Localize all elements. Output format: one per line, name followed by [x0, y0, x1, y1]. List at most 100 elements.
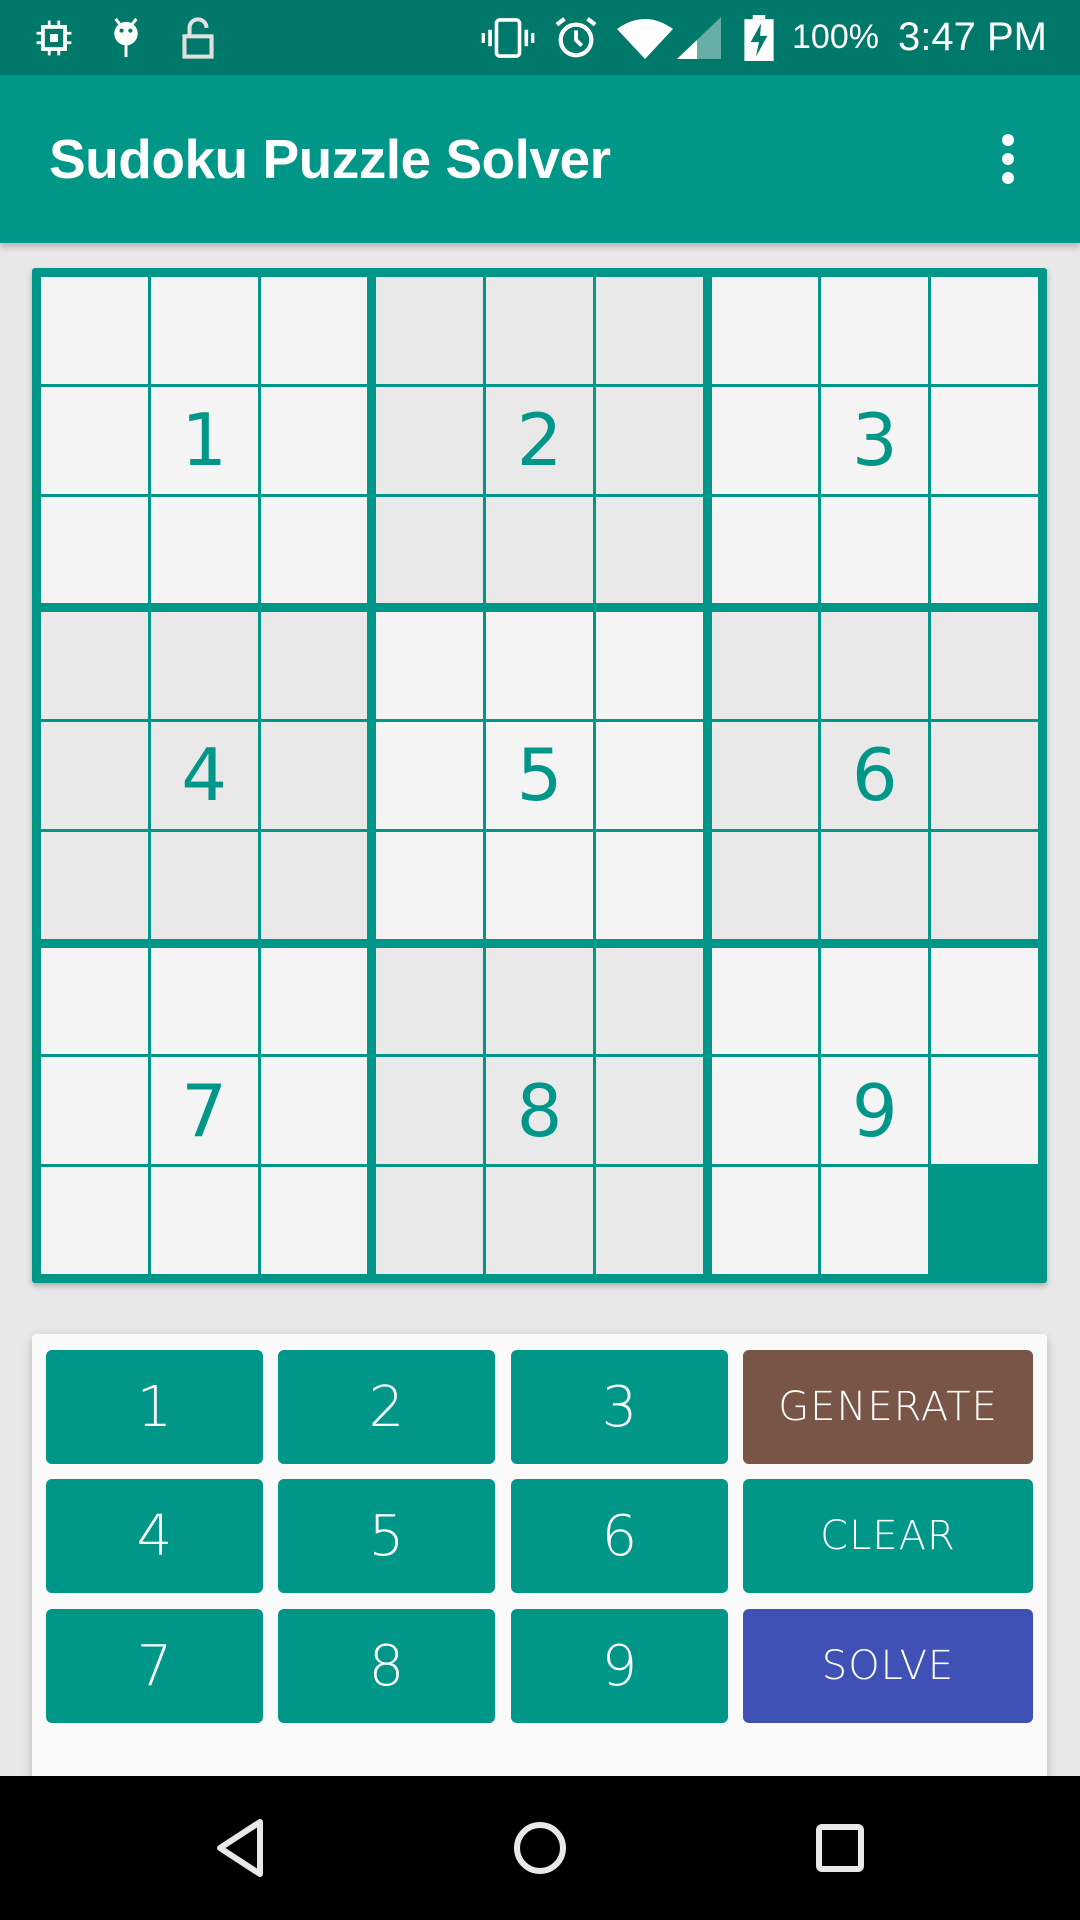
grid-cell-r5-c4[interactable] — [376, 722, 484, 829]
number-button-9[interactable]: 9 — [511, 1609, 728, 1723]
grid-cell-r3-c3[interactable] — [260, 496, 368, 604]
number-button-5[interactable]: 5 — [278, 1479, 495, 1593]
grid-cell-r1-c4[interactable] — [376, 277, 484, 384]
grid-cell-r6-c6[interactable] — [595, 831, 703, 939]
grid-cell-r2-c3[interactable] — [260, 386, 368, 494]
grid-cell-r2-c7[interactable] — [711, 386, 819, 494]
grid-cell-r7-c5[interactable] — [486, 947, 593, 1055]
grid-cell-r4-c6[interactable] — [595, 612, 703, 720]
grid-cell-r8-c5[interactable]: 8 — [486, 1057, 593, 1165]
grid-cell-r5-c1[interactable] — [41, 722, 148, 829]
app-title: Sudoku Puzzle Solver — [49, 128, 611, 190]
grid-cell-r2-c4[interactable] — [376, 386, 484, 494]
grid-cell-r1-c1[interactable] — [41, 277, 148, 384]
grid-cell-r2-c2[interactable]: 1 — [150, 386, 258, 494]
grid-cell-r1-c3[interactable] — [260, 277, 368, 384]
grid-cell-r5-c2[interactable]: 4 — [150, 722, 258, 829]
grid-cell-r9-c4[interactable] — [376, 1167, 484, 1274]
grid-cell-r5-c8[interactable]: 6 — [821, 722, 929, 829]
grid-cell-r6-c4[interactable] — [376, 831, 484, 939]
generate-button[interactable]: GENERATE — [743, 1350, 1033, 1464]
grid-cell-r4-c1[interactable] — [41, 612, 148, 720]
grid-cell-r9-c7[interactable] — [711, 1167, 819, 1274]
grid-cell-r4-c3[interactable] — [260, 612, 368, 720]
grid-cell-r7-c7[interactable] — [711, 947, 819, 1055]
grid-cell-r4-c8[interactable] — [821, 612, 929, 720]
grid-cell-r1-c2[interactable] — [150, 277, 258, 384]
back-button[interactable] — [180, 1808, 300, 1888]
grid-cell-r6-c3[interactable] — [260, 831, 368, 939]
grid-cell-r8-c4[interactable] — [376, 1057, 484, 1165]
grid-cell-r4-c5[interactable] — [486, 612, 593, 720]
grid-cell-r8-c2[interactable]: 7 — [150, 1057, 258, 1165]
grid-cell-r6-c8[interactable] — [821, 831, 929, 939]
grid-cell-r2-c8[interactable]: 3 — [821, 386, 929, 494]
grid-cell-r3-c6[interactable] — [595, 496, 703, 604]
grid-cell-r9-c5[interactable] — [486, 1167, 593, 1274]
grid-cell-r3-c4[interactable] — [376, 496, 484, 604]
grid-cell-r9-c3[interactable] — [260, 1167, 368, 1274]
grid-cell-r7-c1[interactable] — [41, 947, 148, 1055]
grid-cell-r5-c3[interactable] — [260, 722, 368, 829]
number-button-3[interactable]: 3 — [511, 1350, 728, 1464]
grid-cell-r1-c5[interactable] — [486, 277, 593, 384]
number-button-1[interactable]: 1 — [46, 1350, 263, 1464]
number-button-7[interactable]: 7 — [46, 1609, 263, 1723]
grid-cell-r3-c1[interactable] — [41, 496, 148, 604]
grid-cell-r7-c6[interactable] — [595, 947, 703, 1055]
grid-cell-r1-c8[interactable] — [821, 277, 929, 384]
grid-cell-r5-c9[interactable] — [931, 722, 1038, 829]
grid-cell-r6-c2[interactable] — [150, 831, 258, 939]
grid-cell-r1-c6[interactable] — [595, 277, 703, 384]
grid-cell-r6-c9[interactable] — [931, 831, 1038, 939]
grid-cell-r1-c9[interactable] — [931, 277, 1038, 384]
grid-cell-r3-c2[interactable] — [150, 496, 258, 604]
grid-cell-r3-c9[interactable] — [931, 496, 1038, 604]
grid-cell-r9-c2[interactable] — [150, 1167, 258, 1274]
grid-cell-r9-c8[interactable] — [821, 1167, 929, 1274]
grid-cell-r6-c5[interactable] — [486, 831, 593, 939]
grid-cell-r8-c1[interactable] — [41, 1057, 148, 1165]
grid-cell-r3-c7[interactable] — [711, 496, 819, 604]
home-button[interactable] — [480, 1808, 600, 1888]
grid-cell-r7-c2[interactable] — [150, 947, 258, 1055]
grid-cell-r7-c3[interactable] — [260, 947, 368, 1055]
grid-cell-r6-c7[interactable] — [711, 831, 819, 939]
grid-cell-r8-c9[interactable] — [931, 1057, 1038, 1165]
number-button-4[interactable]: 4 — [46, 1479, 263, 1593]
number-button-2[interactable]: 2 — [278, 1350, 495, 1464]
grid-cell-r2-c9[interactable] — [931, 386, 1038, 494]
grid-cell-r7-c4[interactable] — [376, 947, 484, 1055]
solve-button[interactable]: SOLVE — [743, 1609, 1033, 1723]
grid-cell-r9-c9[interactable] — [931, 1167, 1038, 1274]
grid-cell-r9-c6[interactable] — [595, 1167, 703, 1274]
grid-cell-r7-c9[interactable] — [931, 947, 1038, 1055]
grid-cell-r5-c7[interactable] — [711, 722, 819, 829]
grid-cell-r2-c5[interactable]: 2 — [486, 386, 593, 494]
number-button-8[interactable]: 8 — [278, 1609, 495, 1723]
grid-cell-r9-c1[interactable] — [41, 1167, 148, 1274]
unlock-icon — [178, 16, 218, 60]
grid-cell-r8-c3[interactable] — [260, 1057, 368, 1165]
grid-cell-r4-c9[interactable] — [931, 612, 1038, 720]
grid-cell-r3-c5[interactable] — [486, 496, 593, 604]
grid-cell-r2-c1[interactable] — [41, 386, 148, 494]
clear-button[interactable]: CLEAR — [743, 1479, 1033, 1593]
grid-cell-r4-c4[interactable] — [376, 612, 484, 720]
grid-cell-r7-c8[interactable] — [821, 947, 929, 1055]
grid-cell-r8-c7[interactable] — [711, 1057, 819, 1165]
grid-cell-r5-c6[interactable] — [595, 722, 703, 829]
grid-cell-r6-c1[interactable] — [41, 831, 148, 939]
recents-button[interactable] — [780, 1808, 900, 1888]
grid-cell-r4-c7[interactable] — [711, 612, 819, 720]
grid-cell-r3-c8[interactable] — [821, 496, 929, 604]
grid-cell-r4-c2[interactable] — [150, 612, 258, 720]
overflow-menu-button[interactable] — [984, 119, 1032, 199]
grid-cell-r5-c5[interactable]: 5 — [486, 722, 593, 829]
back-icon — [217, 1819, 263, 1877]
grid-cell-r2-c6[interactable] — [595, 386, 703, 494]
grid-cell-r1-c7[interactable] — [711, 277, 819, 384]
grid-cell-r8-c8[interactable]: 9 — [821, 1057, 929, 1165]
number-button-6[interactable]: 6 — [511, 1479, 728, 1593]
grid-cell-r8-c6[interactable] — [595, 1057, 703, 1165]
